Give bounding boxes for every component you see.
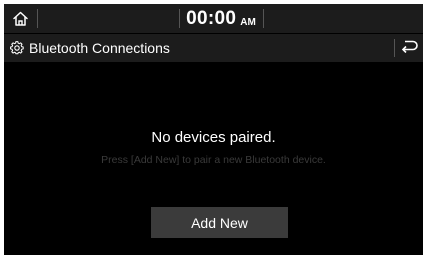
- status-bar: 00:00 AM: [4, 4, 423, 33]
- status-divider: [37, 9, 38, 28]
- clock-divider-right: [263, 9, 264, 28]
- clock-time: 00:00: [186, 7, 237, 29]
- title-bar: Bluetooth Connections: [4, 34, 423, 62]
- home-button[interactable]: [4, 4, 36, 33]
- gear-icon: [10, 41, 24, 55]
- add-new-button[interactable]: Add New: [151, 207, 288, 238]
- bluetooth-screen: 00:00 AM Bluetooth Connections No device…: [4, 4, 423, 255]
- page-title: Bluetooth Connections: [29, 40, 170, 56]
- home-icon: [12, 10, 29, 27]
- back-button[interactable]: [395, 34, 423, 62]
- pairing-hint: Press [Add New] to pair a new Bluetooth …: [101, 154, 326, 166]
- back-arrow-icon: [400, 39, 418, 58]
- clock-ampm: AM: [240, 16, 256, 28]
- clock: 00:00 AM: [180, 4, 262, 33]
- no-devices-message: No devices paired.: [151, 129, 276, 146]
